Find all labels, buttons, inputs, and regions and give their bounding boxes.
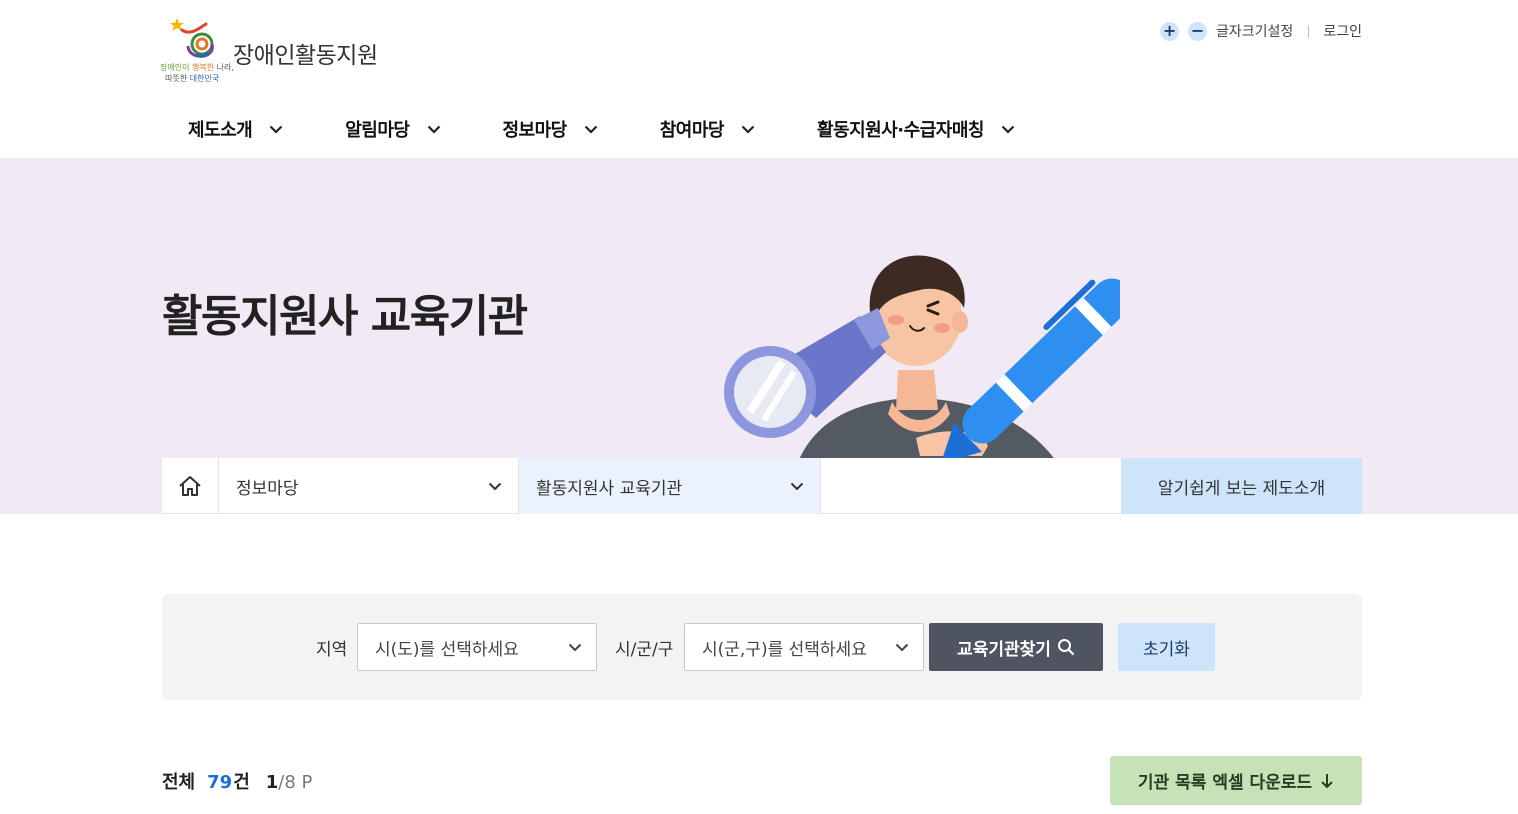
page-title: 활동지원사 교육기관 — [162, 291, 528, 342]
result-summary: 전체 79 건 1/8 P — [162, 768, 312, 794]
chevron-down-icon — [269, 125, 283, 134]
download-arrow-icon — [1321, 773, 1333, 788]
site-header: 장애인활동지원 장애인이 행복한 나라, 따뜻한 대한민국 + − 글자크기설정… — [0, 0, 1518, 158]
util-separator: | — [1306, 24, 1311, 38]
nav-item-label: 알림마당 — [345, 120, 410, 141]
chevron-down-icon — [741, 125, 755, 134]
nav-item-label: 참여마당 — [659, 120, 725, 141]
utility-menu: + − 글자크기설정 | 로그인 — [1160, 20, 1362, 42]
slogan-text-3: 나라, — [216, 63, 234, 72]
login-link[interactable]: 로그인 — [1323, 21, 1362, 41]
home-icon — [179, 476, 201, 496]
main-navigation: 제도소개 알림마당 정보마당 참여마당 활동지원사·수급자매칭 — [188, 116, 1077, 142]
breadcrumb: 정보마당 활동지원사 교육기관 알기쉽게 보는 제도소개 — [162, 458, 1362, 514]
nav-item-participation[interactable]: 참여마당 — [660, 116, 755, 142]
zoom-in-icon[interactable]: + — [1160, 21, 1180, 41]
breadcrumb-select-level2[interactable]: 활동지원사 교육기관 — [519, 458, 821, 514]
chevron-down-icon — [584, 125, 598, 134]
total-pages: /8 P — [278, 772, 313, 793]
slogan-text-2: 행복한 — [192, 63, 215, 72]
breadcrumb-level2-label: 활동지원사 교육기관 — [536, 478, 683, 499]
slogan-text-5: 대한민국 — [189, 74, 220, 83]
current-page: 1 — [265, 772, 279, 793]
region-select-value: 시(도)를 선택하세요 — [375, 639, 519, 660]
nav-item-matching[interactable]: 활동지원사·수급자매칭 — [817, 116, 1015, 142]
total-count: 79 — [207, 772, 233, 793]
excel-button-label: 기관 목록 엑셀 다운로드 — [1137, 773, 1313, 793]
find-institution-button[interactable]: 교육기관찾기 — [929, 623, 1103, 671]
logo-name: 장애인활동지원 — [233, 43, 378, 69]
chevron-down-icon — [790, 482, 804, 490]
search-panel: 지역 시(도)를 선택하세요 시/군/구 시(군,구)를 선택하세요 교육기관찾… — [162, 594, 1362, 700]
slogan-text-4: 따뜻한 — [165, 74, 188, 83]
district-label: 시/군/구 — [615, 639, 674, 660]
chevron-down-icon — [427, 125, 440, 134]
site-logo[interactable]: 장애인활동지원 장애인이 행복한 나라, 따뜻한 대한민국 — [160, 16, 400, 86]
easy-guide-button[interactable]: 알기쉽게 보는 제도소개 — [1121, 458, 1362, 514]
page-indicator: 1/8 P — [266, 772, 313, 793]
search-icon — [1057, 639, 1075, 656]
region-select[interactable]: 시(도)를 선택하세요 — [357, 623, 597, 671]
breadcrumb-select-level1[interactable]: 정보마당 — [219, 458, 519, 514]
chevron-down-icon — [895, 643, 909, 651]
excel-download-button[interactable]: 기관 목록 엑셀 다운로드 — [1110, 756, 1362, 805]
district-select[interactable]: 시(군,구)를 선택하세요 — [684, 623, 924, 671]
nav-item-label: 활동지원사·수급자매칭 — [817, 120, 984, 141]
font-size-setting-link[interactable]: 글자크기설정 — [1216, 21, 1293, 41]
district-select-value: 시(군,구)를 선택하세요 — [702, 639, 867, 660]
nav-item-notice[interactable]: 알림마당 — [345, 116, 440, 142]
reset-button[interactable]: 초기화 — [1118, 623, 1215, 671]
home-button[interactable] — [162, 458, 219, 514]
breadcrumb-level1-label: 정보마당 — [236, 478, 299, 499]
total-label: 전체 — [162, 772, 196, 793]
nav-item-info[interactable]: 정보마당 — [503, 116, 598, 142]
nav-item-label: 정보마당 — [502, 120, 568, 141]
region-label: 지역 — [316, 639, 348, 660]
count-unit: 건 — [233, 772, 250, 793]
chevron-down-icon — [488, 482, 502, 490]
zoom-out-icon[interactable]: − — [1188, 21, 1208, 41]
chevron-down-icon — [1001, 125, 1015, 134]
nav-item-label: 제도소개 — [188, 120, 253, 141]
logo-slogan: 장애인이 행복한 나라, 따뜻한 대한민국 — [160, 62, 240, 84]
nav-item-intro[interactable]: 제도소개 — [188, 116, 283, 142]
chevron-down-icon — [568, 643, 582, 651]
slogan-text-1: 장애인이 — [160, 63, 190, 72]
breadcrumb-spacer — [821, 458, 1121, 514]
find-button-label: 교육기관찾기 — [957, 639, 1051, 660]
